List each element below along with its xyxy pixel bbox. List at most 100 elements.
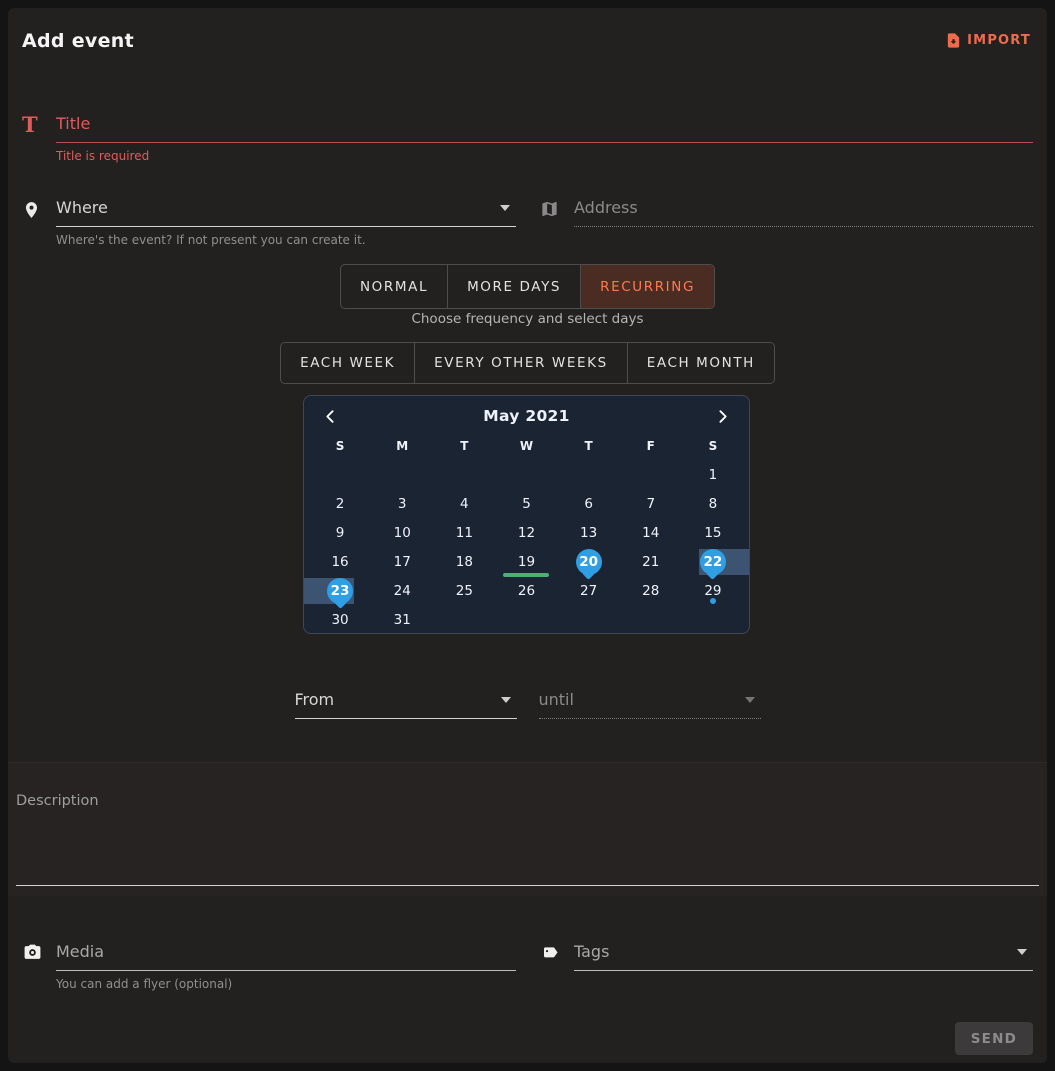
calendar-day-19[interactable]: 19 [495, 547, 557, 576]
where-field[interactable]: Where Where's the event? If not present … [22, 198, 516, 247]
calendar-day-empty [495, 460, 557, 489]
calendar-day-26[interactable]: 26 [495, 576, 557, 605]
add-event-dialog: Add event IMPORT T Title Title is requir… [8, 8, 1047, 1063]
calendar-day-29[interactable]: 29 [682, 576, 744, 605]
dropdown-arrow-icon [1017, 949, 1027, 955]
calendar-day-13[interactable]: 13 [558, 518, 620, 547]
from-field[interactable]: From [295, 690, 517, 719]
calendar-day-empty [433, 605, 495, 634]
frequency-buttons: EACH WEEK EVERY OTHER WEEKS EACH MONTH [280, 342, 775, 384]
media-input[interactable]: Media [56, 942, 516, 971]
calendar-dow: W [495, 436, 557, 460]
title-placeholder: Title [56, 114, 90, 133]
calendar-day-21[interactable]: 21 [620, 547, 682, 576]
calendar-day-30[interactable]: 30 [309, 605, 371, 634]
calendar-day-12[interactable]: 12 [495, 518, 557, 547]
calendar-day-empty [433, 460, 495, 489]
calendar-day-17[interactable]: 17 [371, 547, 433, 576]
calendar-day-24[interactable]: 24 [371, 576, 433, 605]
every-other-weeks-button[interactable]: EVERY OTHER WEEKS [414, 343, 627, 383]
calendar-day-22[interactable]: 22 [682, 547, 744, 576]
calendar-day-2[interactable]: 2 [309, 489, 371, 518]
dropdown-arrow-icon [500, 205, 510, 211]
where-placeholder: Where [56, 198, 108, 217]
send-button[interactable]: SEND [955, 1022, 1033, 1055]
import-label: IMPORT [967, 33, 1031, 48]
calendar-day-5[interactable]: 5 [495, 489, 557, 518]
until-select: until [539, 690, 761, 719]
calendar-day-9[interactable]: 9 [309, 518, 371, 547]
title-icon: T [22, 115, 46, 135]
calendar-day-empty [682, 605, 744, 634]
calendar-dow-row: SMTWTFS [304, 436, 749, 460]
each-month-button[interactable]: EACH MONTH [627, 343, 774, 383]
calendar-day-empty [620, 460, 682, 489]
tags-placeholder: Tags [574, 942, 609, 961]
camera-icon [22, 943, 46, 962]
calendar-day-4[interactable]: 4 [433, 489, 495, 518]
description-input[interactable] [16, 885, 1039, 886]
calendar-day-25[interactable]: 25 [433, 576, 495, 605]
calendar-day-27[interactable]: 27 [558, 576, 620, 605]
until-placeholder: until [539, 690, 574, 709]
calendar-grid: 1234567891011121314151617181920212223242… [304, 460, 749, 634]
each-week-button[interactable]: EACH WEEK [281, 343, 414, 383]
calendar-day-23[interactable]: 23 [309, 576, 371, 605]
from-placeholder: From [295, 690, 335, 709]
calendar-day-3[interactable]: 3 [371, 489, 433, 518]
calendar-day-14[interactable]: 14 [620, 518, 682, 547]
calendar-day-empty [620, 605, 682, 634]
page-title: Add event [22, 30, 134, 52]
calendar-day-18[interactable]: 18 [433, 547, 495, 576]
calendar-day-15[interactable]: 15 [682, 518, 744, 547]
import-button[interactable]: IMPORT [945, 32, 1031, 49]
address-field: Address [540, 198, 1033, 247]
calendar-day-31[interactable]: 31 [371, 605, 433, 634]
calendar-dow: T [433, 436, 495, 460]
tab-recurring[interactable]: RECURRING [580, 265, 714, 308]
calendar-day-10[interactable]: 10 [371, 518, 433, 547]
calendar-day-28[interactable]: 28 [620, 576, 682, 605]
where-helper: Where's the event? If not present you ca… [56, 233, 516, 247]
event-type-tabs: NORMAL MORE DAYS RECURRING [340, 264, 715, 309]
calendar-day-11[interactable]: 11 [433, 518, 495, 547]
from-select[interactable]: From [295, 690, 517, 719]
dropdown-arrow-icon [501, 697, 511, 703]
address-input[interactable]: Address [574, 198, 1033, 227]
media-helper: You can add a flyer (optional) [56, 977, 516, 991]
calendar-day-6[interactable]: 6 [558, 489, 620, 518]
calendar-month-label: May 2021 [483, 407, 569, 425]
calendar-day-empty [371, 460, 433, 489]
calendar-day-1[interactable]: 1 [682, 460, 744, 489]
calendar-day-7[interactable]: 7 [620, 489, 682, 518]
tab-normal[interactable]: NORMAL [341, 265, 447, 308]
title-field[interactable]: T Title Title is required [22, 114, 1033, 163]
calendar-dow: S [309, 436, 371, 460]
title-error: Title is required [56, 149, 1033, 163]
calendar: May 2021 SMTWTFS 12345678910111213141516… [303, 395, 750, 634]
tab-more-days[interactable]: MORE DAYS [447, 265, 580, 308]
chevron-right-icon[interactable] [711, 404, 735, 428]
calendar-day-empty [495, 605, 557, 634]
calendar-dow: F [620, 436, 682, 460]
tags-select[interactable]: Tags [574, 942, 1033, 971]
calendar-day-empty [558, 605, 620, 634]
frequency-hint: Choose frequency and select days [8, 311, 1047, 327]
title-input[interactable]: Title [56, 114, 1033, 143]
map-icon [540, 199, 564, 219]
where-select[interactable]: Where [56, 198, 516, 227]
import-file-icon [945, 32, 962, 49]
media-placeholder: Media [56, 942, 104, 961]
calendar-day-16[interactable]: 16 [309, 547, 371, 576]
calendar-dow: S [682, 436, 744, 460]
media-field[interactable]: Media You can add a flyer (optional) [22, 942, 516, 991]
calendar-dow: M [371, 436, 433, 460]
tags-field[interactable]: Tags [540, 942, 1033, 991]
until-field: until [539, 690, 761, 719]
calendar-day-8[interactable]: 8 [682, 489, 744, 518]
chevron-left-icon[interactable] [318, 404, 342, 428]
calendar-dow: T [558, 436, 620, 460]
calendar-day-empty [309, 460, 371, 489]
calendar-day-20[interactable]: 20 [558, 547, 620, 576]
calendar-day-empty [558, 460, 620, 489]
